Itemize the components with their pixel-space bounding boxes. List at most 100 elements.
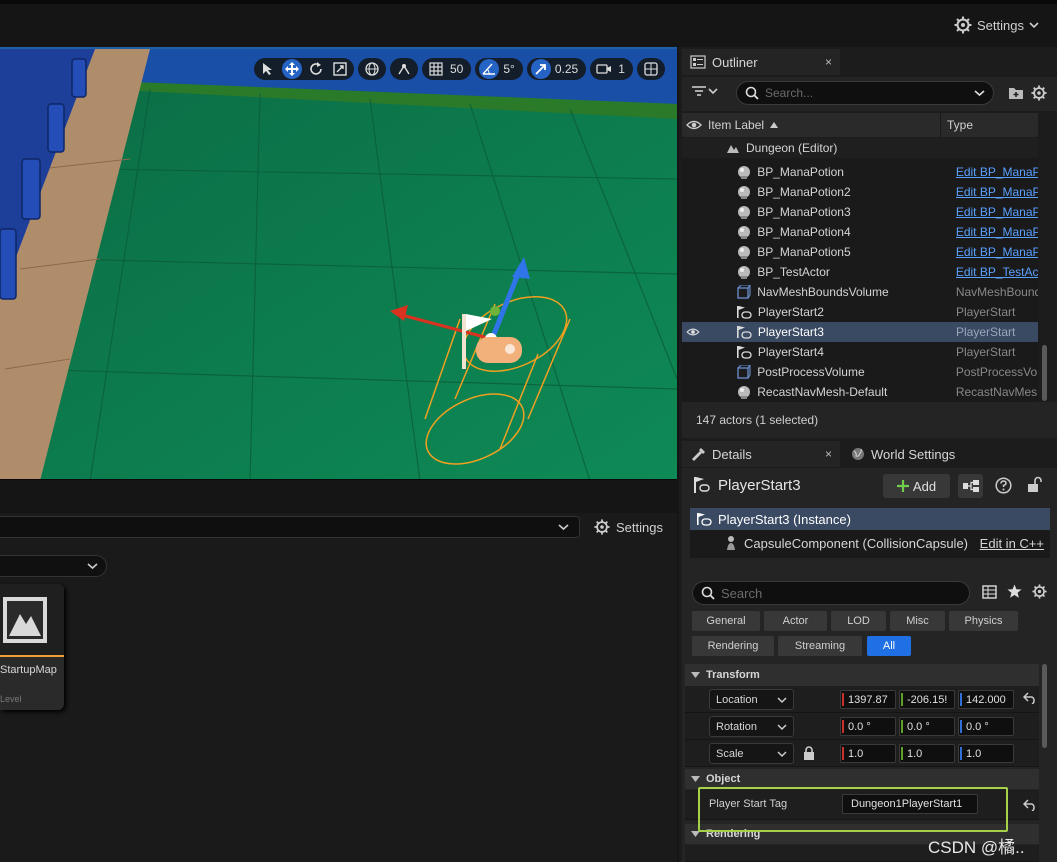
category-general[interactable]: General: [692, 611, 760, 631]
location-x-field[interactable]: 1397.87: [840, 690, 896, 709]
scale-snap-group[interactable]: 0.25: [526, 58, 587, 80]
category-rendering[interactable]: Rendering: [692, 636, 774, 656]
world-space-icon[interactable]: [362, 59, 382, 79]
edit-in-cpp-link[interactable]: Edit in C++: [980, 536, 1044, 551]
outliner-row[interactable]: BP_TestActor Edit BP_TestAc: [682, 262, 1038, 282]
close-icon[interactable]: ×: [825, 55, 832, 69]
blueprint-button[interactable]: [958, 474, 983, 498]
outliner-row[interactable]: BP_ManaPotion3 Edit BP_ManaP: [682, 202, 1038, 222]
gear-icon[interactable]: [1031, 85, 1047, 101]
settings-button[interactable]: Settings: [954, 16, 1039, 34]
layout-group[interactable]: [636, 58, 665, 80]
edit-blueprint-link[interactable]: Edit BP_ManaP: [956, 185, 1038, 199]
rotation-y-field[interactable]: 0.0 °: [899, 717, 955, 736]
outliner-icon: [690, 55, 706, 69]
lock-icon[interactable]: [803, 746, 815, 760]
outliner-row[interactable]: BP_ManaPotion4 Edit BP_ManaP: [682, 222, 1038, 242]
content-browser-settings-button[interactable]: Settings: [594, 519, 663, 535]
chevron-down-icon: [777, 696, 787, 704]
surface-snap-icon[interactable]: [394, 59, 414, 79]
add-folder-icon[interactable]: [1008, 86, 1024, 100]
visibility-eye-icon[interactable]: [682, 327, 705, 337]
location-dropdown[interactable]: Location: [709, 689, 794, 710]
star-icon[interactable]: [1007, 584, 1022, 599]
tab-details[interactable]: Details ×: [682, 441, 840, 467]
outliner-row[interactable]: PostProcessVolume PostProcessVo: [682, 362, 1038, 382]
capsule-component-row[interactable]: CapsuleComponent (CollisionCapsule) Edit…: [690, 532, 1050, 554]
camera-speed-group[interactable]: 1: [590, 58, 633, 80]
grid-snap-group[interactable]: 50: [422, 58, 472, 80]
edit-blueprint-link[interactable]: Edit BP_ManaP: [956, 225, 1038, 239]
instance-label: PlayerStart3 (Instance): [718, 511, 851, 527]
location-y-value: -206.15!: [907, 693, 948, 706]
rotation-x-value: 0.0 °: [848, 720, 871, 733]
outliner-scrollbar[interactable]: [1042, 345, 1047, 401]
outliner-row[interactable]: PlayerStart3 PlayerStart: [682, 322, 1038, 342]
actor-name: PlayerStart3: [718, 476, 801, 494]
edit-blueprint-link[interactable]: Edit BP_ManaP: [956, 205, 1038, 219]
viewport-toolbar: 50 5° 0.25 1: [254, 58, 665, 80]
table-view-icon[interactable]: [982, 584, 997, 599]
transform-section[interactable]: Transform: [685, 664, 1039, 686]
outliner-row[interactable]: RecastNavMesh-Default RecastNavMes: [682, 382, 1038, 402]
select-tool-icon[interactable]: [258, 59, 278, 79]
type-column-header[interactable]: Type: [941, 118, 973, 132]
world-row[interactable]: Dungeon (Editor): [682, 138, 1038, 158]
edit-blueprint-link[interactable]: Edit BP_ManaP: [956, 165, 1038, 179]
translate-tool-icon[interactable]: [282, 59, 302, 79]
chevron-down-icon[interactable]: [974, 88, 985, 98]
tab-outliner[interactable]: Outliner ×: [682, 49, 840, 75]
location-z-field[interactable]: 142.000: [958, 690, 1014, 709]
outliner-row[interactable]: BP_ManaPotion Edit BP_ManaP: [682, 162, 1038, 182]
outliner-row[interactable]: PlayerStart4 PlayerStart: [682, 342, 1038, 362]
scale-x-field[interactable]: 1.0: [840, 744, 896, 763]
asset-tile[interactable]: StartupMap Level: [0, 584, 64, 710]
path-dropdown[interactable]: [0, 516, 580, 538]
edit-blueprint-link[interactable]: Edit BP_TestAc: [956, 265, 1038, 279]
outliner-search-input[interactable]: Search...: [736, 81, 994, 105]
watermark: CSDN @橘..: [928, 838, 1025, 857]
reset-arrow-icon[interactable]: [1023, 692, 1037, 704]
gear-icon[interactable]: [1032, 584, 1047, 599]
outliner-filter-button[interactable]: [692, 85, 718, 97]
scale-dropdown[interactable]: Scale: [709, 743, 794, 764]
outliner-row[interactable]: BP_ManaPotion5 Edit BP_ManaP: [682, 242, 1038, 262]
scale-y-field[interactable]: 1.0: [899, 744, 955, 763]
instance-row[interactable]: PlayerStart3 (Instance): [690, 508, 1050, 530]
rotation-y-value: 0.0 °: [907, 720, 930, 733]
location-y-field[interactable]: -206.15!: [899, 690, 955, 709]
transform-tools: [254, 58, 354, 80]
category-actor[interactable]: Actor: [764, 611, 827, 631]
item-label-column[interactable]: Item Label: [682, 113, 941, 137]
edit-blueprint-link[interactable]: Edit BP_ManaP: [956, 245, 1038, 259]
level-viewport[interactable]: 50 5° 0.25 1: [0, 47, 677, 479]
search-icon: [745, 86, 759, 100]
filter-dropdown[interactable]: [0, 555, 107, 577]
outliner-row[interactable]: BP_ManaPotion2 Edit BP_ManaP: [682, 182, 1038, 202]
add-component-button[interactable]: Add: [883, 474, 950, 498]
tab-world-settings[interactable]: World Settings: [843, 441, 983, 467]
rotation-x-field[interactable]: 0.0 °: [840, 717, 896, 736]
highlight-box: [698, 787, 1008, 832]
category-physics[interactable]: Physics: [949, 611, 1018, 631]
close-icon[interactable]: ×: [825, 447, 832, 461]
outliner-row[interactable]: NavMeshBoundsVolume NavMeshBound: [682, 282, 1038, 302]
reset-arrow-icon[interactable]: [1023, 799, 1037, 811]
object-section[interactable]: Object: [685, 769, 1039, 789]
rotation-snap-group[interactable]: 5°: [475, 58, 523, 80]
category-all[interactable]: All: [867, 636, 911, 656]
outliner-list: BP_ManaPotion Edit BP_ManaP BP_ManaPotion2…: [682, 138, 1038, 402]
unlock-icon[interactable]: [1027, 476, 1043, 493]
help-icon[interactable]: [995, 477, 1012, 494]
rotation-dropdown[interactable]: Rotation: [709, 716, 794, 737]
rotate-tool-icon[interactable]: [306, 59, 326, 79]
details-search-input[interactable]: Search: [692, 581, 970, 605]
category-streaming[interactable]: Streaming: [778, 636, 862, 656]
category-lod[interactable]: LOD: [831, 611, 886, 631]
category-misc[interactable]: Misc: [890, 611, 945, 631]
scale-z-field[interactable]: 1.0: [958, 744, 1014, 763]
rotation-z-field[interactable]: 0.0 °: [958, 717, 1014, 736]
details-scrollbar[interactable]: [1042, 664, 1047, 748]
scale-tool-icon[interactable]: [330, 59, 350, 79]
outliner-row[interactable]: PlayerStart2 PlayerStart: [682, 302, 1038, 322]
